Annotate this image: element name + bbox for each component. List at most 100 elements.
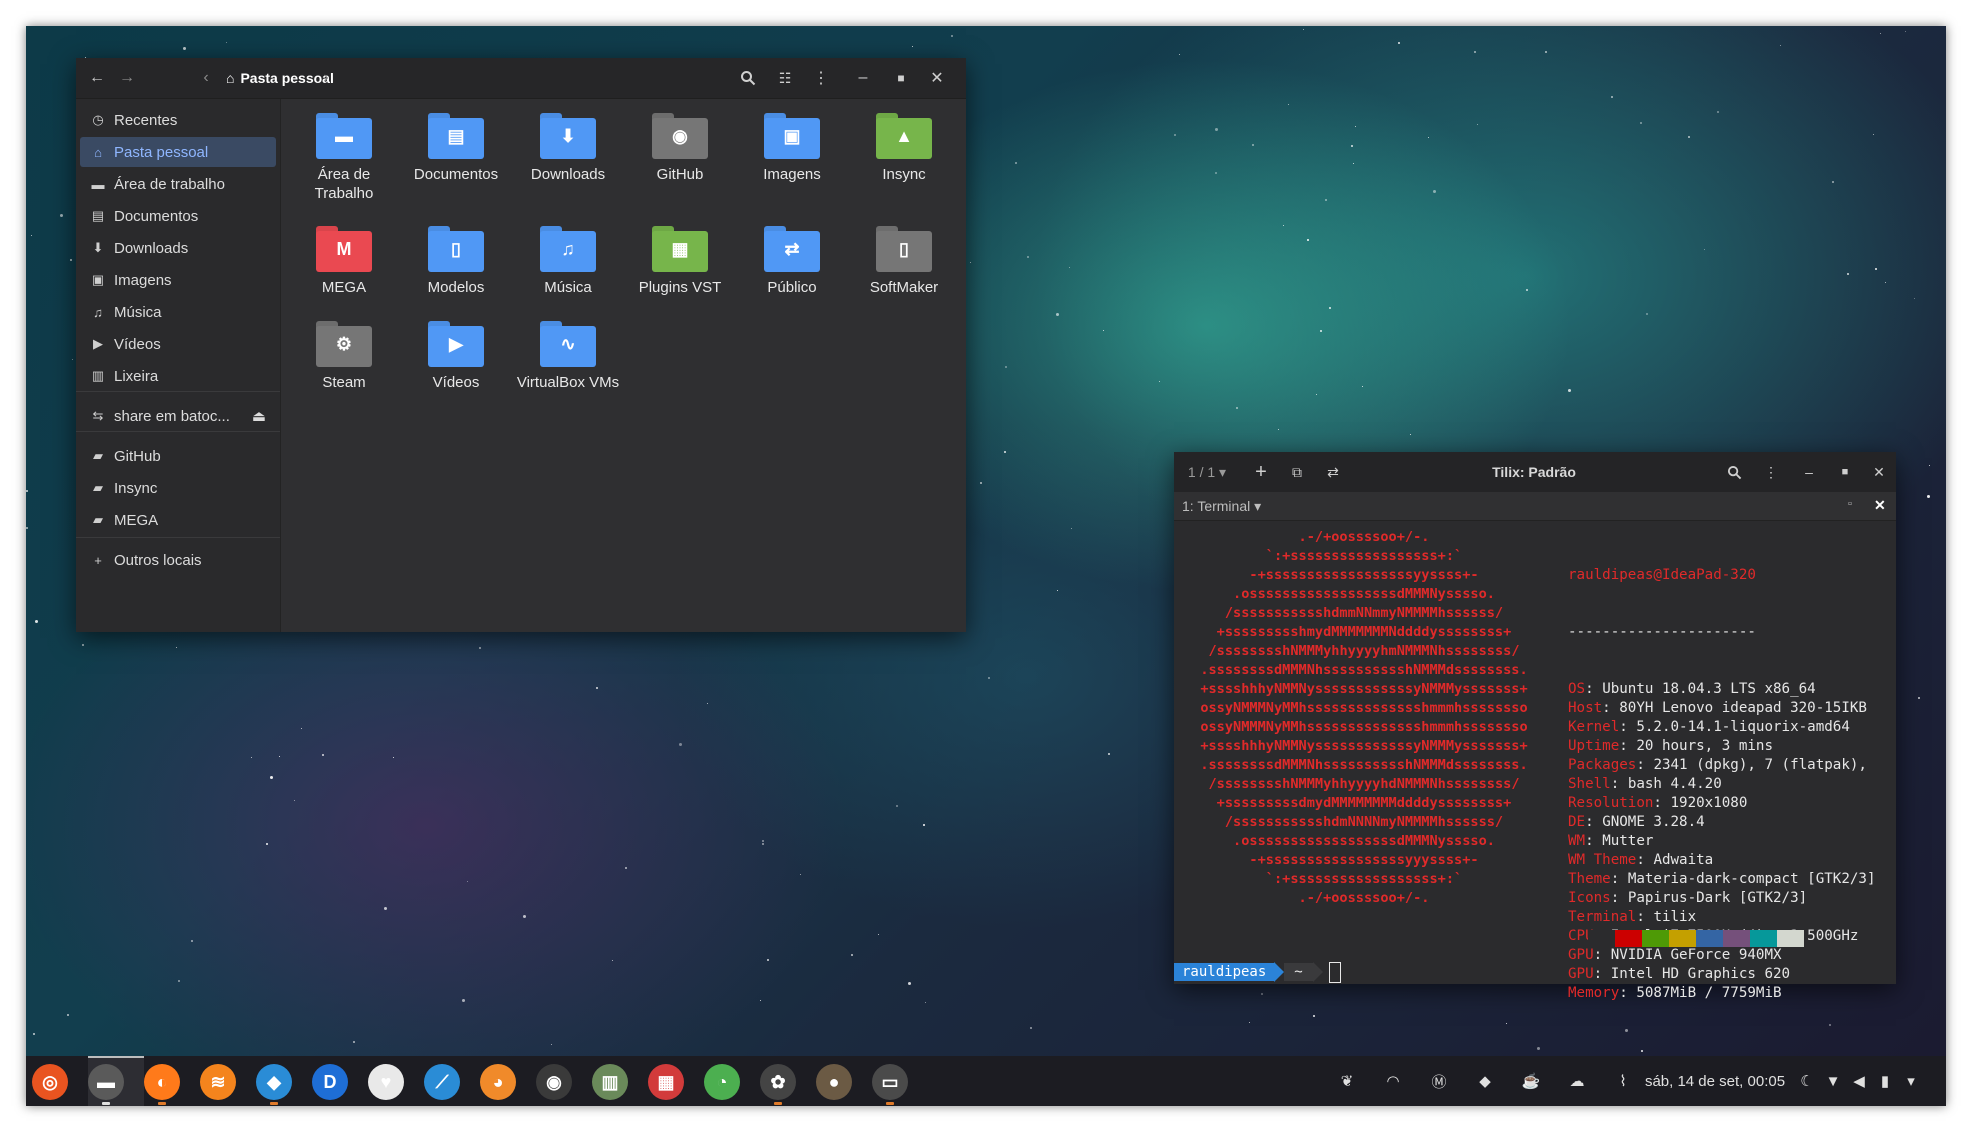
deezer-icon[interactable]: D <box>312 1064 348 1100</box>
split-button[interactable]: ⧉ <box>1282 452 1312 492</box>
resolve-icon[interactable]: ✿ <box>760 1064 796 1100</box>
folder-item[interactable]: ▶ Vídeos <box>401 321 511 392</box>
image-icon: ▣ <box>91 272 105 287</box>
sync-input-button[interactable]: ⇄ <box>1318 452 1348 492</box>
sidebar-item[interactable]: ▶ Vídeos <box>80 329 276 359</box>
folder-item[interactable]: ▲ Insync <box>849 113 959 184</box>
sidebar-item[interactable]: ◷ Recentes <box>80 105 276 135</box>
eject-icon[interactable]: ⏏ <box>252 407 266 425</box>
network-icon[interactable]: ▼ <box>1822 1056 1844 1106</box>
folder-item[interactable]: ⇄ Público <box>737 226 847 297</box>
star <box>1278 429 1279 430</box>
mega-tray-icon[interactable]: Ⓜ <box>1424 1056 1454 1106</box>
firefox-icon[interactable]: ◐ <box>144 1064 180 1100</box>
session-switcher[interactable]: 1 / 1 ▾ <box>1182 452 1232 492</box>
insync-tray-icon[interactable]: ☁ <box>1562 1056 1592 1106</box>
folder-item[interactable]: ▣ Imagens <box>737 113 847 184</box>
mixer-icon[interactable]: ▦ <box>648 1064 684 1100</box>
minimize-button[interactable]: – <box>848 58 878 98</box>
terminal-search-button[interactable] <box>1719 452 1749 492</box>
terminal-pane-title[interactable]: 1: Terminal ▾ <box>1182 498 1261 515</box>
sidebar-item[interactable]: ⇆ share em batoc... ⏏ <box>80 401 276 431</box>
cartridge-icon[interactable]: ◕ <box>480 1064 516 1100</box>
glade-icon[interactable]: ▥ <box>592 1064 628 1100</box>
star <box>393 757 394 758</box>
folder-item[interactable]: ▬ Área de Trabalho <box>289 113 399 203</box>
add-terminal-button[interactable]: + <box>1246 452 1276 492</box>
folder-item[interactable]: ◉ GitHub <box>625 113 735 184</box>
clock[interactable]: sáb, 14 de set, 00:05 <box>1640 1056 1790 1106</box>
pane-close-button[interactable]: ✕ <box>1874 497 1886 514</box>
sidebar-item[interactable]: ▥ Lixeira <box>80 361 276 391</box>
star <box>1355 126 1356 127</box>
view-toggle-button[interactable]: ☷ <box>768 58 802 98</box>
rss-icon[interactable]: ≋ <box>200 1064 236 1100</box>
chrome-icon[interactable]: ◔ <box>704 1064 740 1100</box>
forward-button[interactable]: → <box>112 58 142 98</box>
folder-item[interactable]: ♫ Música <box>513 226 623 297</box>
folder-glyph: M <box>336 239 352 259</box>
folder-icon: ▬ <box>316 113 372 159</box>
sidebar-item[interactable]: ▰ Insync <box>80 473 276 503</box>
folder-item[interactable]: ⬇ Downloads <box>513 113 623 184</box>
wifi-signal-icon[interactable]: ◠ <box>1378 1056 1408 1106</box>
folder-item[interactable]: ▤ Documentos <box>401 113 511 184</box>
path-left-button[interactable]: ‹ <box>196 58 216 98</box>
maximize-button[interactable]: ■ <box>886 58 916 98</box>
battery-icon[interactable]: ▮ <box>1874 1056 1896 1106</box>
sidebar-item[interactable]: ⌂ Pasta pessoal <box>80 137 276 167</box>
back-button[interactable]: ← <box>82 58 112 98</box>
menu-arrow-icon[interactable]: ▾ <box>1900 1056 1922 1106</box>
folder-label: SoftMaker <box>869 279 939 296</box>
star <box>1875 268 1877 270</box>
coffee-icon[interactable]: ☕ <box>1516 1056 1546 1106</box>
star <box>467 881 468 882</box>
solitaire-icon[interactable]: ♥ <box>368 1064 404 1100</box>
sidebar-item[interactable]: ▣ Imagens <box>80 265 276 295</box>
close-button[interactable]: ✕ <box>922 58 952 98</box>
prompt-line[interactable]: rauldipeas ~ <box>1174 961 1341 983</box>
sidebar-item[interactable]: ▤ Documentos <box>80 201 276 231</box>
paperclip-icon[interactable]: ⌇ <box>1608 1056 1638 1106</box>
folder-item[interactable]: ▯ SoftMaker <box>849 226 959 297</box>
terminal-maximize-button[interactable]: ■ <box>1830 452 1860 492</box>
running-indicator <box>158 1102 166 1105</box>
gimp-icon[interactable]: ● <box>816 1064 852 1100</box>
night-icon[interactable]: ☾ <box>1796 1056 1818 1106</box>
terminal-close-button[interactable]: ✕ <box>1864 452 1894 492</box>
terminal-icon[interactable]: ▭ <box>872 1064 908 1100</box>
search-button[interactable] <box>731 58 765 98</box>
steam-link-icon[interactable]: ⟋ <box>424 1064 460 1100</box>
files-icon[interactable]: ▬ <box>88 1064 124 1100</box>
ubuntu-icon[interactable]: ◎ <box>32 1064 68 1100</box>
mailspring-icon[interactable]: ◆ <box>256 1064 292 1100</box>
sidebar-item[interactable]: ▰ MEGA <box>80 505 276 535</box>
star <box>178 980 180 982</box>
star <box>1252 144 1254 146</box>
folder-item[interactable]: ⚙ Steam <box>289 321 399 392</box>
sidebar-item[interactable]: ⬇ Downloads <box>80 233 276 263</box>
info-value: Materia-dark-compact [GTK2/3] <box>1627 871 1876 887</box>
folder-item[interactable]: M MEGA <box>289 226 399 297</box>
terminal-menu-button[interactable]: ⋮ <box>1756 452 1786 492</box>
menu-button[interactable]: ⋮ <box>806 58 836 98</box>
close-icon: ✕ <box>930 70 944 87</box>
pane-maximize-button[interactable]: ▫ <box>1848 498 1852 510</box>
folder-item[interactable]: ▯ Modelos <box>401 226 511 297</box>
sidebar-item[interactable]: + Outros locais <box>80 545 276 575</box>
folder-item[interactable]: ▦ Plugins VST <box>625 226 735 297</box>
terminal-minimize-button[interactable]: – <box>1794 452 1824 492</box>
star <box>1027 256 1029 258</box>
volume-icon[interactable]: ◀ <box>1848 1056 1870 1106</box>
path-right-button[interactable]: › <box>316 58 336 98</box>
sidebar-item[interactable]: ▬ Área de trabalho <box>80 169 276 199</box>
star <box>1005 366 1007 368</box>
star <box>1780 45 1781 46</box>
sidebar-item[interactable]: ▰ GitHub <box>80 441 276 471</box>
home-icon: ⌂ <box>94 144 102 160</box>
sidebar-item[interactable]: ♫ Música <box>80 297 276 327</box>
obs-icon[interactable]: ◉ <box>536 1064 572 1100</box>
drop-icon[interactable]: ◆ <box>1470 1056 1500 1106</box>
leaf-icon[interactable]: ❦ <box>1332 1056 1362 1106</box>
folder-item[interactable]: ∿ VirtualBox VMs <box>513 321 623 392</box>
